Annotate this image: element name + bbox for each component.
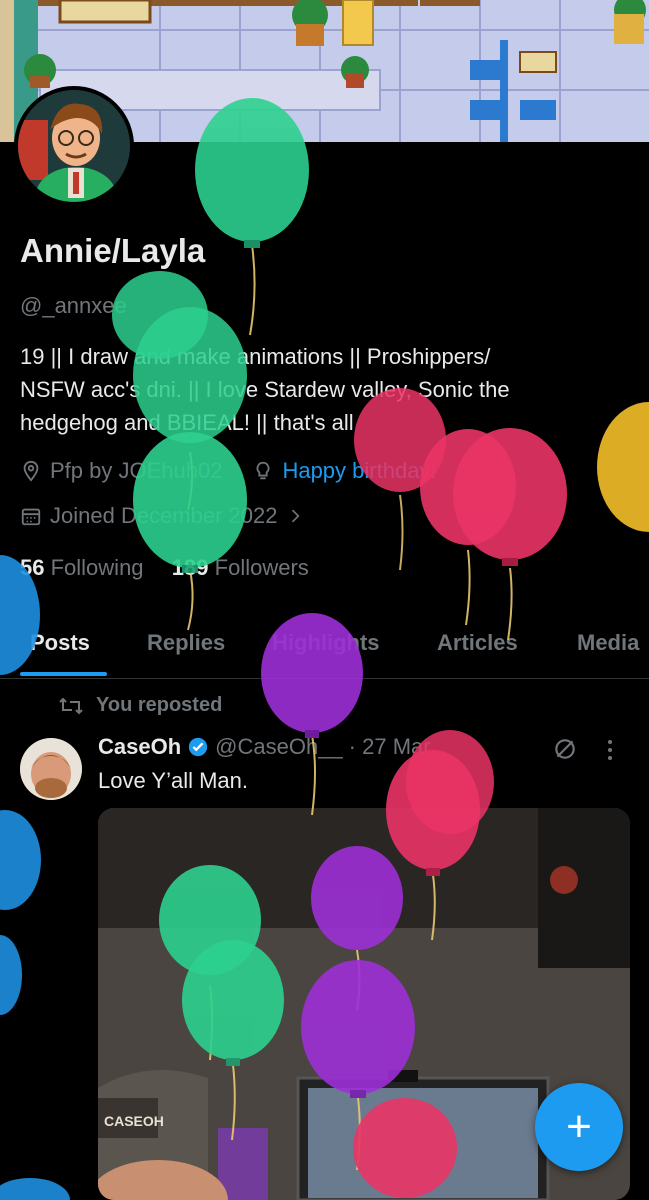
profile-bio: 19 || I draw and make animations || Pros… — [20, 340, 620, 439]
follow-counts: 56 Following 189 Followers — [20, 555, 309, 581]
compose-button[interactable]: + — [535, 1083, 623, 1171]
repost-icon — [58, 696, 84, 716]
tweet-header: CaseOh @CaseOh__ · 27 Mar — [98, 734, 431, 760]
avatar-image — [18, 90, 130, 202]
bio-line: 19 || I draw and make animations || Pros… — [20, 344, 491, 369]
profile-website-link[interactable]: Happy birthday! — [282, 458, 436, 484]
tweet-date[interactable]: · 27 Mar — [349, 734, 431, 760]
verified-badge-icon — [187, 736, 209, 758]
followers-count: 189 — [171, 555, 209, 580]
bulb-icon — [252, 460, 274, 482]
slash-circle-icon[interactable] — [552, 736, 578, 762]
profile-meta-row: Pfp by JOEhuh02 Happy birthday! — [20, 458, 437, 484]
balloon-blue — [0, 935, 22, 1015]
tab-articles[interactable]: Articles — [437, 630, 518, 656]
profile-handle: @_annxee — [20, 293, 127, 318]
repost-label: You reposted — [96, 694, 223, 716]
tweet-author-avatar[interactable] — [20, 738, 82, 800]
tab-posts[interactable]: Posts — [30, 630, 90, 656]
balloon-blue — [0, 810, 41, 910]
profile-tabs: Posts Replies Highlights Articles Media — [0, 620, 649, 678]
more-dots-icon[interactable] — [606, 738, 614, 762]
tweet-author-handle[interactable]: @CaseOh__ — [215, 734, 343, 760]
profile-location: Pfp by JOEhuh02 — [50, 458, 223, 483]
balloon-pink — [453, 428, 567, 641]
profile-joined-row[interactable]: Joined December 2022 — [20, 503, 305, 529]
beanie-logo: CASEOH — [104, 1113, 164, 1129]
tabs-divider — [0, 678, 649, 679]
bio-line: NSFW acc's dni. || I love Stardew valley… — [20, 377, 510, 402]
tweet-text: Love Y’all Man. — [98, 768, 249, 793]
bio-line: hedgehog and BBIEAL! || that's all — [20, 410, 354, 435]
tab-media[interactable]: Media — [577, 630, 639, 656]
tab-replies[interactable]: Replies — [147, 630, 225, 656]
active-tab-indicator — [20, 672, 107, 676]
followers-label: Followers — [214, 555, 309, 580]
tab-highlights[interactable]: Highlights — [272, 630, 380, 656]
profile-joined: Joined December 2022 — [50, 503, 278, 528]
profile-avatar[interactable] — [14, 86, 134, 206]
balloon-blue — [0, 1178, 70, 1200]
map-pin-icon — [20, 460, 42, 482]
following-link[interactable]: 56 Following — [20, 555, 144, 580]
following-label: Following — [50, 555, 144, 580]
tweet-author-name[interactable]: CaseOh — [98, 734, 181, 760]
followers-link[interactable]: 189 Followers — [172, 555, 309, 580]
chevron-right-icon — [285, 506, 305, 526]
author-avatar-image — [20, 738, 82, 800]
repost-indicator: You reposted — [58, 694, 222, 717]
profile-name: Annie/Layla — [20, 232, 206, 269]
following-count: 56 — [20, 555, 45, 580]
calendar-icon — [20, 505, 42, 527]
